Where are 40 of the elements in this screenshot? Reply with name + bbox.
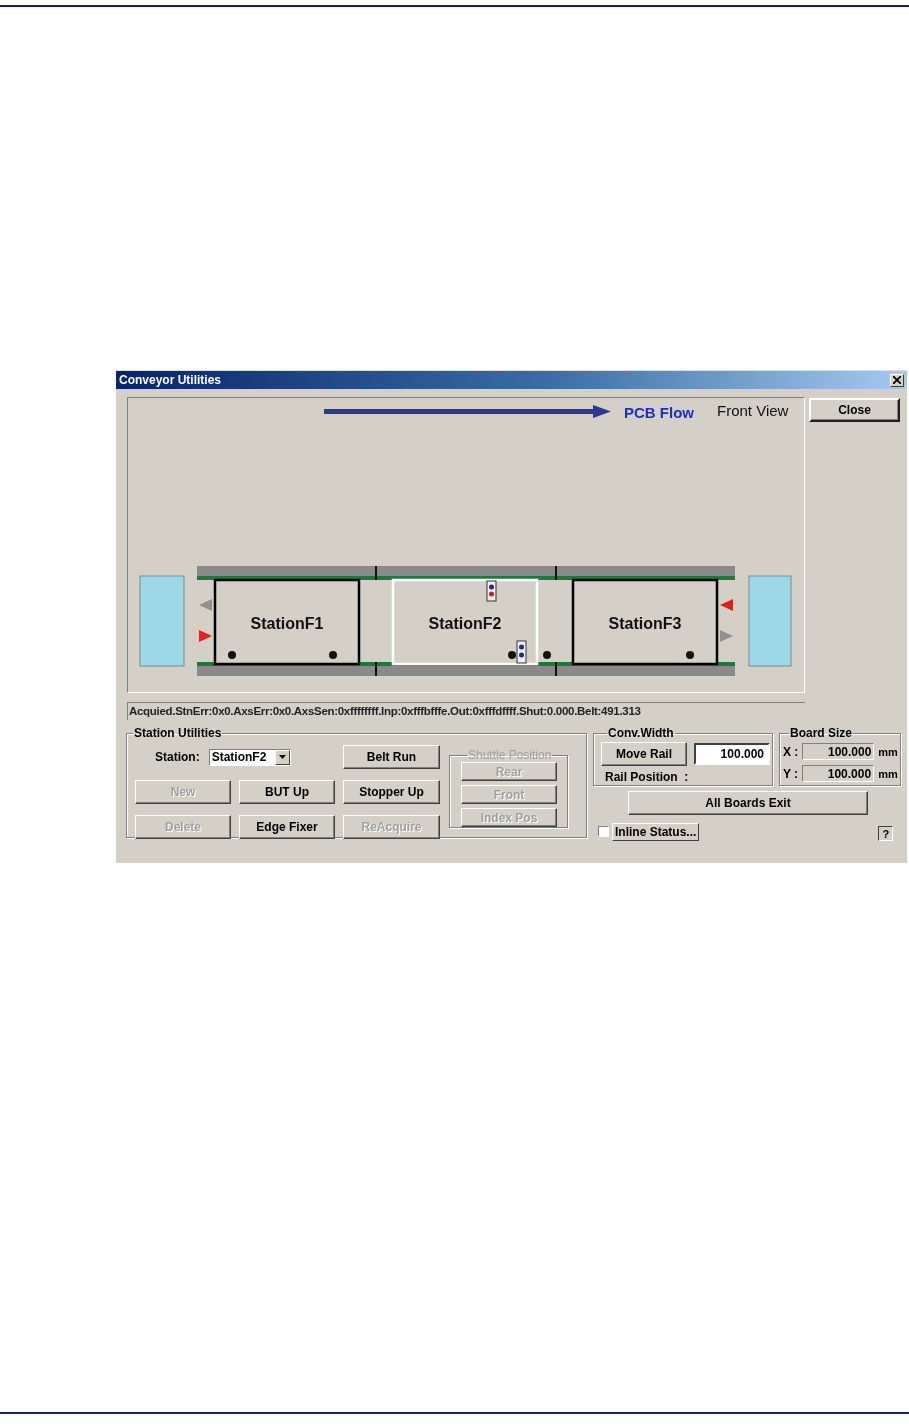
width-input[interactable]: 100.000 [694,743,770,765]
inline-status-button[interactable]: Inline Status... [612,822,700,841]
sensor-dot [686,651,694,659]
push-button[interactable]: BUT Up [239,780,335,804]
view-label: Front View [717,402,789,419]
station-block[interactable]: StationF1 [213,578,361,666]
push-button[interactable]: Edge Fixer [239,815,335,839]
group-title: Conv.Width [607,726,675,740]
rail-position-label: Rail Position : [605,770,690,784]
close-icon[interactable] [890,373,904,387]
station-block[interactable]: StationF3 [571,578,719,666]
help-button[interactable]: ? [878,826,894,841]
unit-label: mm [878,767,898,780]
unit-label: mm [878,745,898,758]
flow-label: PCB Flow [624,404,694,421]
move-rail-button[interactable]: Move Rail [601,742,687,766]
group-title: Station Utilities [133,726,223,740]
all-boards-exit-button[interactable]: All Boards Exit [628,791,868,815]
push-button[interactable]: Belt Run [343,745,440,769]
sensor-dot [228,651,236,659]
size-field: 100.000 [802,765,875,782]
station-block[interactable]: StationF2 [391,578,539,666]
window-title: Conveyor Utilities [119,373,223,387]
sensor-dot [508,651,516,659]
group-title: Board Size [789,726,853,740]
close-button[interactable]: Close [809,398,900,422]
dropdown-arrow-icon [278,755,286,759]
sensor-icon [486,580,497,602]
station-label: Station: [155,750,200,764]
axis-label: X : [783,744,799,759]
sensor-icon [516,640,527,664]
group-title: Shuttle Position [467,748,553,762]
axis-label: Y : [783,766,799,781]
station-dropdown[interactable]: StationF2 [208,748,291,766]
push-button[interactable]: Stopper Up [343,780,440,804]
size-field: 100.000 [802,743,875,760]
status-field: Acquied.StnErr:0x0.AxsErr:0x0.AxsSen:0xffffffff.Inp:0xfffbfffe.Out:0xfffdffff.Shut:0.000.Belt:491.313 [127,702,805,720]
inline-status-checkbox[interactable] [598,826,609,837]
sensor-dot [543,651,551,659]
sensor-dot [329,651,337,659]
